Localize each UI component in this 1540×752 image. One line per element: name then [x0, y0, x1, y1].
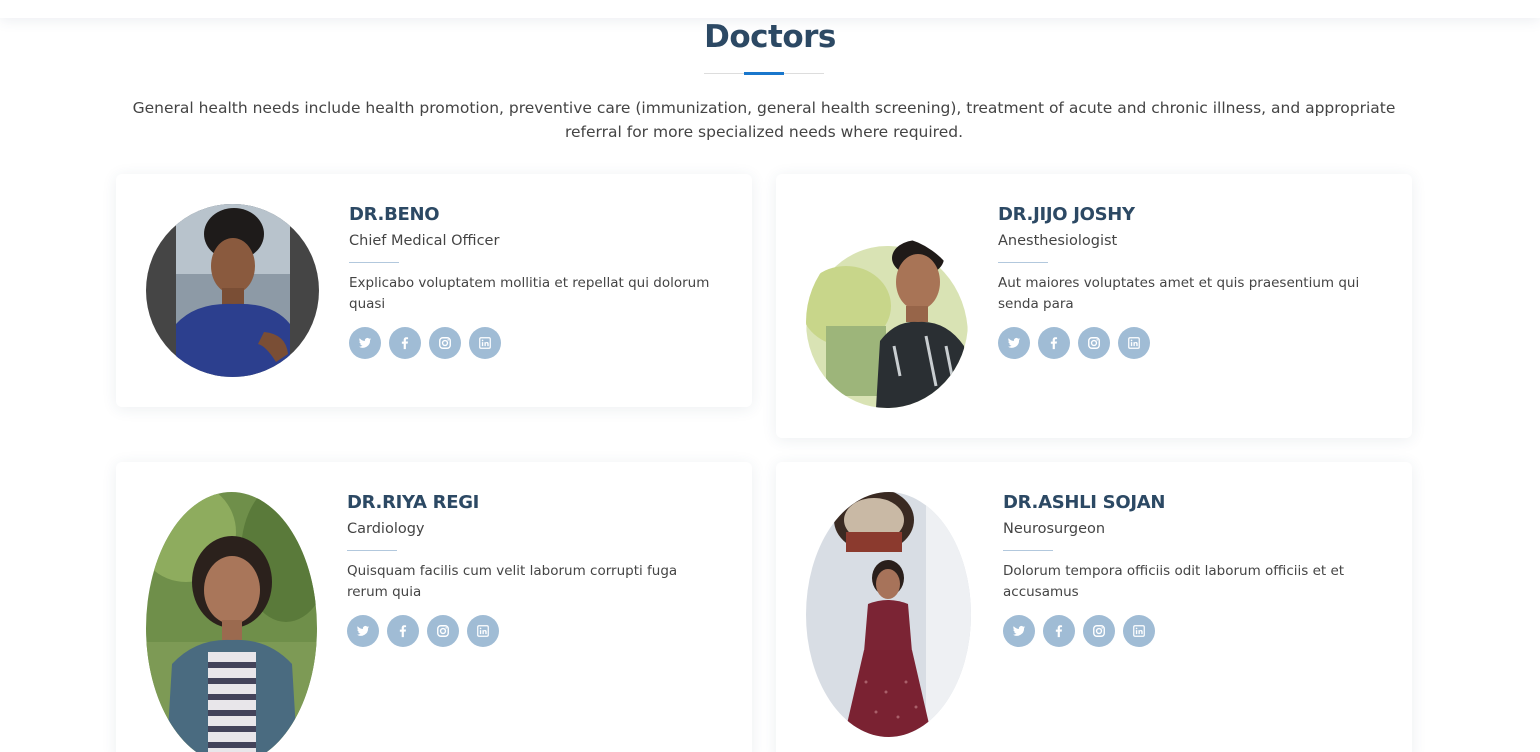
- facebook-icon: [399, 625, 407, 638]
- linkedin-icon: [1133, 625, 1145, 637]
- linkedin-link[interactable]: [1118, 327, 1150, 359]
- instagram-link[interactable]: [429, 327, 461, 359]
- doctor-divider: [349, 262, 399, 263]
- doctor-role: Anesthesiologist: [998, 233, 1118, 249]
- doctor-description: Quisquam facilis cum velit laborum corru…: [347, 563, 678, 600]
- instagram-link[interactable]: [1078, 327, 1110, 359]
- social-links: [998, 327, 1368, 359]
- facebook-link[interactable]: [387, 615, 419, 647]
- instagram-icon: [1093, 625, 1105, 637]
- linkedin-icon: [479, 337, 491, 349]
- linkedin-link[interactable]: [467, 615, 499, 647]
- instagram-link[interactable]: [1083, 615, 1115, 647]
- instagram-icon: [1088, 337, 1100, 349]
- doctor-card: DR.BENO Chief Medical Officer Explicabo …: [116, 174, 752, 407]
- facebook-icon: [1055, 625, 1063, 638]
- twitter-icon: [356, 625, 370, 636]
- twitter-icon: [1012, 625, 1026, 636]
- twitter-link[interactable]: [1003, 615, 1035, 647]
- facebook-link[interactable]: [1038, 327, 1070, 359]
- doctor-divider: [1003, 550, 1053, 551]
- section-title: Doctors: [704, 19, 836, 55]
- social-links: [349, 327, 719, 359]
- doctor-info: DR.JIJO JOSHY Anesthesiologist Aut maior…: [998, 202, 1368, 359]
- linkedin-link[interactable]: [469, 327, 501, 359]
- facebook-link[interactable]: [389, 327, 421, 359]
- instagram-icon: [437, 625, 449, 637]
- twitter-link[interactable]: [349, 327, 381, 359]
- twitter-icon: [358, 337, 372, 348]
- doctor-photo: [806, 236, 968, 408]
- section-header: Doctors: [0, 14, 1540, 60]
- instagram-link[interactable]: [427, 615, 459, 647]
- doctor-name: DR.JIJO JOSHY: [998, 204, 1135, 225]
- doctor-description: Aut maiores voluptates amet et quis prae…: [998, 275, 1360, 312]
- social-links: [347, 615, 717, 647]
- social-links: [1003, 615, 1373, 647]
- doctor-role: Neurosurgeon: [1003, 521, 1106, 537]
- doctor-card: DR.ASHLI SOJAN Neurosurgeon Dolorum temp…: [776, 462, 1412, 752]
- linkedin-link[interactable]: [1123, 615, 1155, 647]
- doctor-description: Dolorum tempora officiis odit laborum of…: [1003, 563, 1345, 600]
- section-intro: General health needs include health prom…: [132, 99, 1396, 141]
- twitter-icon: [1007, 337, 1021, 348]
- doctor-photo: [146, 204, 319, 377]
- instagram-icon: [439, 337, 451, 349]
- doctor-card: DR.JIJO JOSHY Anesthesiologist Aut maior…: [776, 174, 1412, 438]
- doctor-name: DR.BENO: [349, 204, 440, 225]
- doctor-info: DR.ASHLI SOJAN Neurosurgeon Dolorum temp…: [1003, 490, 1373, 647]
- doctor-description: Explicabo voluptatem mollitia et repella…: [349, 275, 710, 312]
- twitter-link[interactable]: [347, 615, 379, 647]
- doctor-role: Cardiology: [347, 521, 425, 537]
- facebook-icon: [1050, 337, 1058, 350]
- facebook-icon: [401, 337, 409, 350]
- doctor-photo: [806, 492, 971, 737]
- doctor-photo: [146, 492, 317, 752]
- doctor-divider: [347, 550, 397, 551]
- linkedin-icon: [1128, 337, 1140, 349]
- doctor-info: DR.BENO Chief Medical Officer Explicabo …: [349, 202, 719, 359]
- doctor-role: Chief Medical Officer: [349, 233, 500, 249]
- twitter-link[interactable]: [998, 327, 1030, 359]
- facebook-link[interactable]: [1043, 615, 1075, 647]
- linkedin-icon: [477, 625, 489, 637]
- doctor-name: DR.ASHLI SOJAN: [1003, 492, 1166, 513]
- title-underline-accent: [744, 72, 784, 75]
- doctor-divider: [998, 262, 1048, 263]
- doctor-name: DR.RIYA REGI: [347, 492, 480, 513]
- doctor-info: DR.RIYA REGI Cardiology Quisquam facilis…: [347, 490, 717, 647]
- doctor-card: DR.RIYA REGI Cardiology Quisquam facilis…: [116, 462, 752, 752]
